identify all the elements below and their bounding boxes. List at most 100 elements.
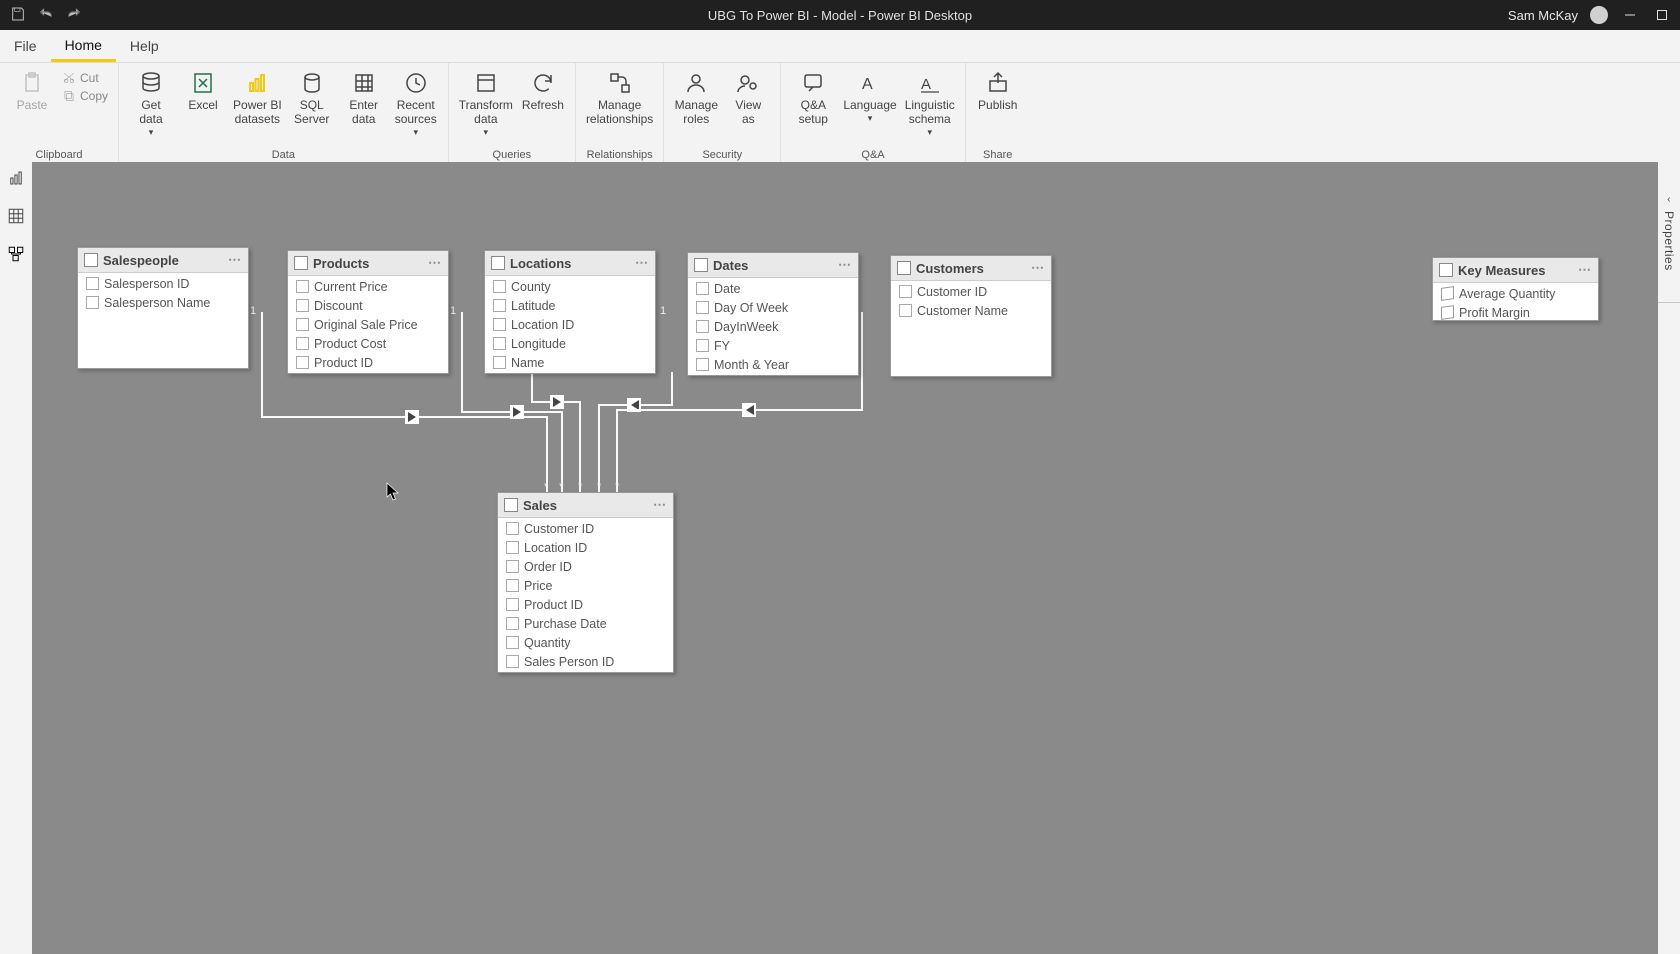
field-item[interactable]: Sales Person ID — [498, 652, 673, 671]
field-item[interactable]: Latitude — [485, 296, 655, 315]
model-canvas[interactable]: 1 * 1 * * 1 * 1 * Salespeople⋯ Salespers… — [32, 162, 1658, 954]
language-button[interactable]: A Language ▾ — [839, 65, 900, 123]
minimize-button[interactable] — [1620, 9, 1640, 21]
manage-roles-button[interactable]: Manage roles — [670, 65, 722, 127]
pbi-datasets-button[interactable]: Power BI datasets — [229, 65, 286, 127]
report-view-button[interactable] — [6, 168, 26, 188]
table-key-measures[interactable]: Key Measures⋯ Average Quantity Profit Ma… — [1432, 257, 1599, 321]
field-item[interactable]: FY — [688, 336, 858, 355]
table-locations[interactable]: Locations⋯ County Latitude Location ID L… — [484, 250, 656, 374]
qa-setup-button[interactable]: Q&A setup — [787, 65, 839, 127]
svg-text:A: A — [921, 76, 931, 93]
field-item[interactable]: Salesperson Name — [78, 293, 248, 312]
field-item[interactable]: Purchase Date — [498, 614, 673, 633]
refresh-button[interactable]: Refresh — [517, 65, 569, 113]
relationships-icon — [606, 69, 634, 97]
view-as-button[interactable]: View as — [722, 65, 774, 127]
field-item[interactable]: Profit Margin — [1433, 303, 1598, 322]
excel-icon — [189, 69, 217, 97]
language-icon: A — [856, 69, 884, 97]
more-icon[interactable]: ⋯ — [428, 255, 442, 271]
publish-button[interactable]: Publish — [972, 65, 1024, 113]
view-as-icon — [734, 69, 762, 97]
maximize-button[interactable] — [1652, 9, 1672, 21]
qa-icon — [799, 69, 827, 97]
group-label-relationships: Relationships — [582, 149, 657, 163]
transform-icon — [472, 69, 500, 97]
field-item[interactable]: Discount — [288, 296, 448, 315]
group-label-share: Share — [972, 149, 1024, 163]
manage-relationships-button[interactable]: Manage relationships — [582, 65, 657, 127]
pbi-datasets-icon — [243, 69, 271, 97]
data-view-button[interactable] — [6, 206, 26, 226]
cut-button: Cut — [62, 71, 108, 85]
field-item[interactable]: Price — [498, 576, 673, 595]
clipboard-small: Cut Copy — [58, 65, 112, 103]
table-icon — [694, 258, 708, 272]
clipboard-icon — [18, 69, 46, 97]
field-item[interactable]: Date — [688, 279, 858, 298]
table-icon — [897, 261, 911, 275]
linguistic-schema-button[interactable]: A Linguistic schema ▾ — [901, 65, 959, 137]
more-icon[interactable]: ⋯ — [838, 257, 852, 273]
field-item[interactable]: Longitude — [485, 334, 655, 353]
field-item[interactable]: Customer ID — [498, 519, 673, 538]
field-item[interactable]: Product ID — [288, 353, 448, 372]
redo-icon[interactable] — [66, 6, 82, 25]
field-item[interactable]: Customer Name — [891, 301, 1051, 320]
enter-data-button[interactable]: Enter data — [338, 65, 390, 127]
save-icon[interactable] — [10, 6, 26, 25]
field-item[interactable]: Original Sale Price — [288, 315, 448, 334]
field-item[interactable]: Product ID — [498, 595, 673, 614]
table-icon — [350, 69, 378, 97]
field-item[interactable]: Day Of Week — [688, 298, 858, 317]
field-item[interactable]: Average Quantity — [1433, 284, 1598, 303]
more-icon[interactable]: ⋯ — [228, 252, 242, 268]
table-icon — [1439, 263, 1453, 277]
sql-server-icon — [298, 69, 326, 97]
table-customers[interactable]: Customers⋯ Customer ID Customer Name — [890, 255, 1052, 377]
field-item[interactable]: County — [485, 277, 655, 296]
recent-sources-button[interactable]: Recent sources ▾ — [390, 65, 442, 137]
username-label: Sam McKay — [1508, 8, 1578, 23]
window-title: UBG To Power BI - Model - Power BI Deskt… — [708, 8, 972, 23]
field-item[interactable]: Location ID — [498, 538, 673, 557]
excel-button[interactable]: Excel — [177, 65, 229, 113]
field-item[interactable]: Current Price — [288, 277, 448, 296]
more-icon[interactable]: ⋯ — [1578, 262, 1592, 278]
model-view-button[interactable] — [6, 244, 26, 264]
table-products[interactable]: Products⋯ Current Price Discount Origina… — [287, 250, 449, 374]
sql-server-button[interactable]: SQL Server — [286, 65, 338, 127]
user-avatar-icon[interactable] — [1590, 6, 1608, 24]
database-icon — [137, 69, 165, 97]
menu-bar: File Home Help — [0, 30, 1680, 63]
group-label-clipboard: Clipboard — [6, 149, 112, 163]
table-salespeople[interactable]: Salespeople⋯ Salesperson ID Salesperson … — [77, 247, 249, 369]
transform-data-button[interactable]: Transform data ▾ — [455, 65, 517, 137]
field-item[interactable]: Order ID — [498, 557, 673, 576]
table-dates[interactable]: Dates⋯ Date Day Of Week DayInWeek FY Mon… — [687, 252, 859, 376]
get-data-button[interactable]: Get data ▾ — [125, 65, 177, 137]
field-item[interactable]: Name — [485, 353, 655, 372]
group-label-qa: Q&A — [787, 149, 958, 163]
field-item[interactable]: Product Cost — [288, 334, 448, 353]
menu-help[interactable]: Help — [116, 30, 173, 62]
undo-icon[interactable] — [38, 6, 54, 25]
field-item[interactable]: Month & Year — [688, 355, 858, 374]
field-item[interactable]: Quantity — [498, 633, 673, 652]
view-rail — [0, 162, 33, 954]
more-icon[interactable]: ⋯ — [635, 255, 649, 271]
properties-pane-tab[interactable]: ‹ Properties — [1657, 162, 1680, 303]
more-icon[interactable]: ⋯ — [653, 497, 667, 513]
title-bar: UBG To Power BI - Model - Power BI Deskt… — [0, 0, 1680, 30]
field-item[interactable]: Salesperson ID — [78, 274, 248, 293]
field-item[interactable]: Location ID — [485, 315, 655, 334]
more-icon[interactable]: ⋯ — [1031, 260, 1045, 276]
table-icon — [504, 498, 518, 512]
field-item[interactable]: DayInWeek — [688, 317, 858, 336]
chevron-down-icon: ▾ — [484, 127, 489, 137]
field-item[interactable]: Customer ID — [891, 282, 1051, 301]
menu-file[interactable]: File — [0, 30, 51, 62]
table-sales[interactable]: Sales⋯ Customer ID Location ID Order ID … — [497, 492, 674, 673]
menu-home[interactable]: Home — [51, 30, 116, 62]
